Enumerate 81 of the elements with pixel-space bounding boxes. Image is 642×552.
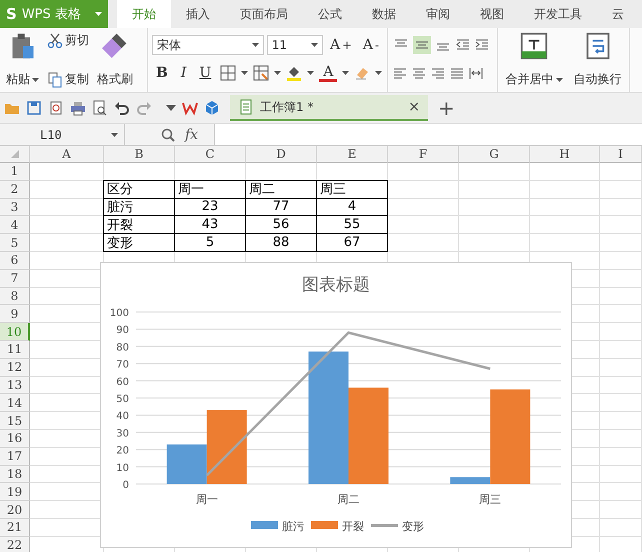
underline-button[interactable]: U [195, 65, 216, 81]
axis-tick-label: 60 [116, 376, 129, 388]
cut-button[interactable]: 剪切 [45, 32, 91, 49]
font-select[interactable]: 宋体 [152, 35, 264, 55]
row-header[interactable]: 10 [0, 323, 30, 341]
italic-button[interactable]: I [176, 65, 190, 81]
close-tab-button[interactable]: × [408, 99, 420, 115]
column-header[interactable]: F [388, 146, 459, 163]
axis-category-label: 周一 [196, 493, 218, 506]
column-header[interactable]: I [600, 146, 642, 163]
row-header[interactable]: 20 [0, 501, 30, 519]
column-header[interactable]: E [317, 146, 388, 163]
merge-center-button[interactable]: 合并居中 [504, 71, 564, 88]
function-button[interactable]: fx [185, 126, 198, 142]
table-cell: 67 [316, 233, 388, 252]
legend-label: 变形 [402, 520, 424, 533]
row-header[interactable]: 7 [0, 270, 30, 288]
row-header[interactable]: 8 [0, 288, 30, 306]
column-header[interactable]: B [104, 146, 175, 163]
ribbon-tab[interactable]: 数据 [357, 0, 411, 28]
axis-tick-label: 50 [116, 394, 129, 405]
column-header[interactable]: H [530, 146, 600, 163]
font-size-select[interactable]: 11 [266, 35, 324, 55]
axis-tick-label: 0 [122, 480, 129, 491]
column-header[interactable]: C [175, 146, 246, 163]
axis-category-label: 周二 [338, 493, 360, 506]
row-header[interactable]: 17 [0, 448, 30, 466]
row-header[interactable]: 9 [0, 305, 30, 324]
ribbon-tab[interactable]: 审阅 [411, 0, 465, 28]
row-header[interactable]: 16 [0, 430, 30, 448]
table-cell: 变形 [103, 233, 175, 252]
table-cell: 周三 [316, 180, 388, 199]
axis-tick-label: 40 [116, 411, 129, 422]
column-header[interactable]: D [246, 146, 317, 163]
row-header[interactable]: 5 [0, 234, 30, 252]
row-header[interactable]: 19 [0, 483, 30, 502]
chart-title: 图表标题 [302, 275, 370, 295]
row-header[interactable]: 11 [0, 340, 30, 359]
axis-tick-label: 80 [116, 342, 129, 354]
legend-label: 开裂 [342, 520, 364, 533]
wrap-text-button[interactable]: 自动换行 [572, 71, 624, 88]
format-painter-button[interactable]: 格式刷 [95, 71, 135, 88]
axis-tick-label: 70 [116, 360, 129, 371]
row-header[interactable]: 1 [0, 163, 30, 181]
axis-tick-label: 30 [116, 428, 129, 440]
ribbon-tab[interactable]: 视图 [465, 0, 519, 28]
row-header[interactable]: 2 [0, 180, 30, 199]
axis-tick-label: 90 [116, 325, 129, 336]
document-tab[interactable]: 工作簿1 * × [230, 95, 428, 121]
axis-tick-label: 10 [116, 462, 129, 474]
bold-button[interactable]: B [152, 65, 172, 81]
column-header[interactable]: A [30, 146, 104, 163]
axis-tick-label: 20 [116, 446, 129, 457]
new-tab-button[interactable]: + [438, 96, 455, 120]
font-color-button[interactable]: A [319, 64, 338, 82]
row-header[interactable]: 18 [0, 466, 30, 484]
name-box[interactable]: L10 [0, 124, 125, 145]
row-header[interactable]: 15 [0, 412, 30, 430]
legend-label: 脏污 [282, 520, 304, 533]
ribbon-tab[interactable]: 插入 [171, 0, 225, 28]
table-cell: 区分 [103, 180, 175, 199]
paste-button[interactable]: 粘贴 [4, 71, 41, 88]
row-header[interactable]: 14 [0, 394, 30, 412]
row-header[interactable]: 3 [0, 198, 30, 216]
ribbon-tab[interactable]: 云 [597, 0, 639, 28]
axis-category-label: 周三 [479, 493, 502, 506]
ribbon-tab[interactable]: 页面布局 [225, 0, 303, 28]
column-header[interactable]: G [459, 146, 530, 163]
row-header[interactable]: 12 [0, 358, 30, 377]
row-header[interactable]: 13 [0, 376, 30, 394]
ribbon-tab[interactable]: 公式 [303, 0, 357, 28]
row-header[interactable]: 6 [0, 252, 30, 270]
row-header[interactable]: 22 [0, 536, 30, 552]
ribbon-tab[interactable]: 开发工具 [519, 0, 597, 28]
row-header[interactable]: 21 [0, 518, 30, 537]
ribbon-tab[interactable]: 开始 [117, 0, 171, 28]
row-header[interactable]: 4 [0, 216, 30, 234]
document-title: 工作簿1 * [260, 98, 314, 116]
table-cell: 88 [245, 233, 317, 252]
axis-tick-label: 100 [110, 308, 129, 319]
copy-button[interactable]: 复制 [45, 71, 91, 88]
